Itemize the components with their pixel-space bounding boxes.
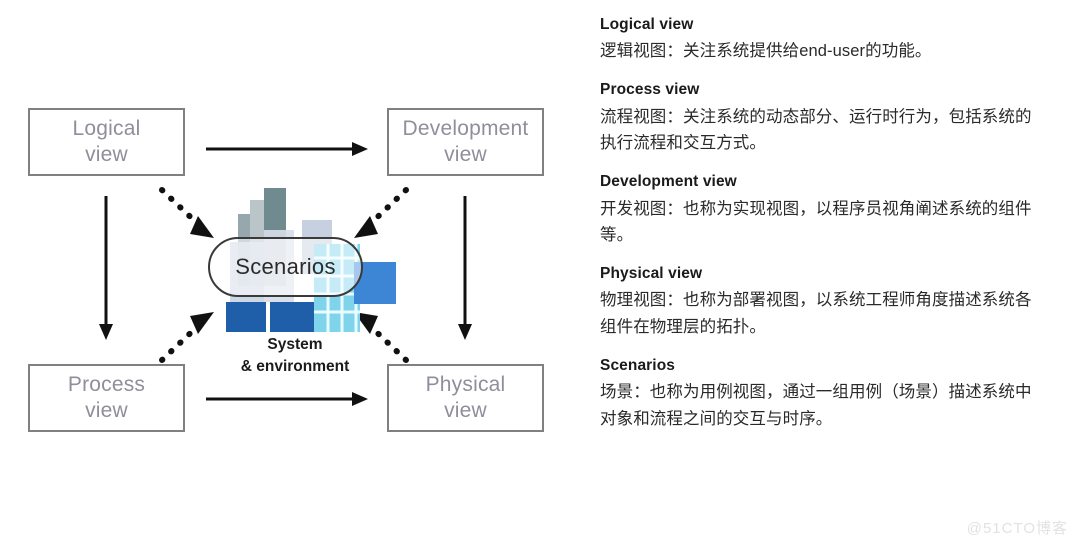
box-process-line1: Process	[67, 373, 146, 397]
arrow-process-to-physical	[206, 390, 368, 408]
entry-title-scenarios: Scenarios	[600, 356, 675, 374]
entry-desc-process-view: 流程视图：关注系统的动态部分、运行时行为，包括系统的执行流程和交互方式。	[600, 107, 1032, 153]
box-logical-line1: Logical	[72, 117, 141, 141]
caption-line-1: System	[267, 336, 323, 353]
entry-desc-development-view: 开发视图：也称为实现视图，以程序员视角阐述系统的组件等。	[600, 199, 1032, 245]
box-logical-line2: view	[85, 143, 128, 166]
entry-physical-view: Physical view 物理视图：也称为部署视图，以系统工程师角度描述系统各…	[600, 263, 1060, 341]
entry-development-view: Development view 开发视图：也称为实现视图，以程序员视角阐述系统…	[600, 171, 1060, 249]
box-physical-line2: view	[444, 399, 487, 422]
entry-scenarios: Scenarios 场景：也称为用例视图，通过一组用例（场景）描述系统中对象和流…	[600, 355, 1060, 433]
entry-desc-physical-view: 物理视图：也称为部署视图，以系统工程师角度描述系统各组件在物理层的拓扑。	[600, 291, 1032, 337]
arrow-logical-to-process	[97, 196, 115, 340]
scenarios-pill: Scenarios	[208, 237, 363, 297]
box-development-line1: Development	[402, 117, 529, 141]
diagram-box-physical-view: Physical view	[387, 364, 544, 432]
arrow-development-to-physical	[456, 196, 474, 340]
caption-line-2: & environment	[240, 358, 350, 375]
scenarios-label: Scenarios	[235, 254, 336, 279]
entry-title-logical-view: Logical view	[600, 16, 694, 33]
entry-process-view: Process view 流程视图：关注系统的动态部分、运行时行为，包括系统的执…	[600, 79, 1060, 157]
diagram-box-development-view: Development view	[387, 108, 544, 176]
page-root: Logical view Development view Process vi…	[0, 0, 1080, 546]
entry-desc-scenarios: 场景：也称为用例视图，通过一组用例（场景）描述系统中对象和流程之间的交互与时序。	[600, 383, 1032, 429]
entry-desc-logical-view: 逻辑视图：关注系统提供给end-user的功能。	[600, 42, 932, 61]
entry-title-process-view: Process view	[600, 81, 700, 99]
box-development-line2: view	[444, 143, 487, 166]
site-watermark: @51CTO博客	[966, 520, 1068, 537]
diagram-box-logical-view: Logical view	[28, 108, 185, 176]
system-environment-caption: System & environment	[205, 334, 385, 378]
arrow-logical-to-development	[206, 140, 368, 158]
entry-title-development-view: Development view	[600, 173, 737, 191]
box-process-line2: view	[85, 399, 128, 422]
box-physical-line1: Physical	[425, 373, 506, 397]
view-descriptions-panel: Logical view 逻辑视图：关注系统提供给end-user的功能。 Pr…	[600, 0, 1060, 546]
entry-logical-view: Logical view 逻辑视图：关注系统提供给end-user的功能。	[600, 14, 1060, 65]
entry-title-physical-view: Physical view	[600, 265, 703, 282]
four-plus-one-diagram: Logical view Development view Process vi…	[0, 0, 570, 546]
diagram-box-process-view: Process view	[28, 364, 185, 432]
